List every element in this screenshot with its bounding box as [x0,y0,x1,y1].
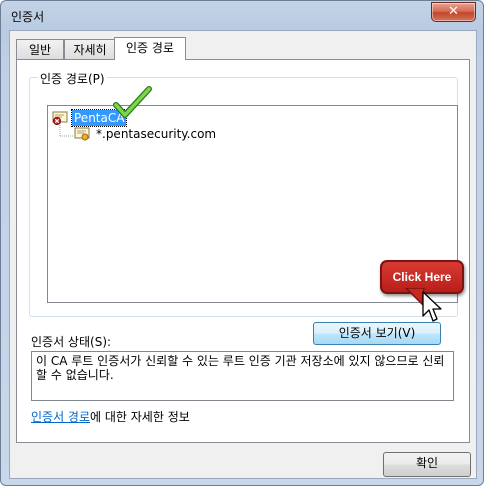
tab-details[interactable]: 자세히 [64,39,116,60]
title-bar: 인증서 ✕ [1,1,483,29]
group-label: 인증 경로(P) [38,70,107,87]
certificate-status-text[interactable]: 이 CA 루트 인증서가 신뢰할 수 있는 루트 인증 기관 저장소에 있지 않… [31,351,454,401]
certificate-dialog: 인증서 ✕ 일반 자세히 인증 경로 인증 경로(P) PentaCA *.pe… [0,0,484,486]
green-checkmark-icon [113,86,152,118]
tree-node-label: *.pentasecurity.com [96,127,217,141]
cert-warning-icon [74,127,90,141]
certificate-status-label: 인증서 상태(S): [31,335,112,349]
more-info-line: 인증서 경로에 대한 자세한 정보 [31,408,190,425]
ok-button[interactable]: 확인 [383,452,471,477]
close-button[interactable]: ✕ [431,2,476,22]
window-title: 인증서 [11,10,45,24]
close-icon: ✕ [448,4,459,19]
mouse-pointer-icon [422,291,442,322]
more-info-suffix: 에 대한 자세한 정보 [90,410,190,424]
tab-certification-path[interactable]: 인증 경로 [114,37,186,60]
dialog-client-area: 일반 자세히 인증 경로 인증 경로(P) PentaCA *.pentasec… [9,30,477,479]
tab-general[interactable]: 일반 [16,39,64,60]
cert-error-icon [52,111,68,125]
certification-path-link[interactable]: 인증서 경로 [31,410,90,424]
